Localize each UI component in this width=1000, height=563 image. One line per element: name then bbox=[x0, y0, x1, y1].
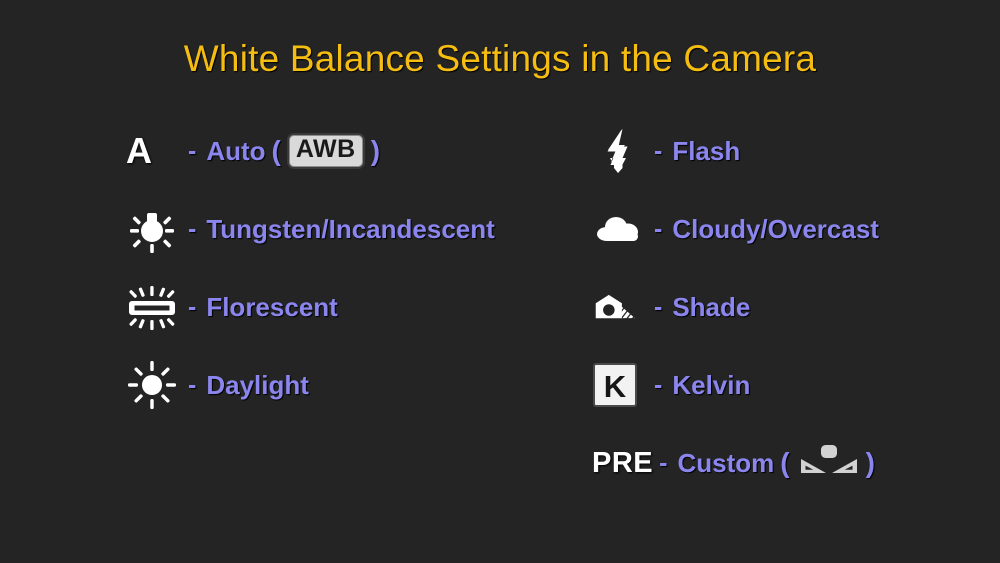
wb-label-flash: Flash bbox=[672, 135, 741, 166]
wb-setting-row-flash[interactable]: - Flash bbox=[592, 112, 992, 190]
sun-icon bbox=[126, 357, 182, 413]
paren-open: ( bbox=[780, 447, 790, 478]
svg-text:K: K bbox=[604, 369, 627, 404]
wb-label-florescent: Florescent bbox=[206, 291, 338, 322]
wb-label-cloudy: Cloudy/Overcast bbox=[672, 213, 879, 244]
wb-label-tungsten: Tungsten/Incandescent bbox=[206, 213, 495, 244]
paren-open: ( bbox=[271, 135, 281, 166]
awb-badge: AWB bbox=[286, 133, 365, 169]
letter-k-box-icon: K bbox=[592, 357, 648, 413]
wb-label-custom: Custom bbox=[677, 447, 775, 478]
row-dash: - bbox=[188, 370, 197, 399]
wb-setting-row-kelvin[interactable]: K - Kelvin bbox=[592, 346, 992, 424]
paren-close: ) bbox=[370, 135, 381, 166]
row-dash: - bbox=[654, 370, 663, 399]
wb-setting-row-daylight[interactable]: - Daylight bbox=[126, 346, 576, 424]
pre-text-icon-label: PRE bbox=[592, 446, 654, 479]
page-title: White Balance Settings in the Camera bbox=[183, 38, 817, 79]
wb-label-shade: Shade bbox=[672, 291, 751, 322]
letter-a-icon: A bbox=[126, 123, 182, 179]
row-dash: - bbox=[654, 136, 663, 165]
wb-setting-row-cloudy[interactable]: - Cloudy/Overcast bbox=[592, 190, 992, 268]
left-column: A - Auto ( AWB ) - Tungsten/Incandescent… bbox=[126, 112, 576, 424]
row-dash: - bbox=[654, 214, 663, 243]
wb-setting-row-tungsten[interactable]: - Tungsten/Incandescent bbox=[126, 190, 576, 268]
wb-setting-row-shade[interactable]: - Shade bbox=[592, 268, 992, 346]
cloud-icon bbox=[592, 201, 648, 257]
row-dash: - bbox=[654, 292, 663, 321]
house-shade-icon bbox=[592, 279, 648, 335]
pre-text-icon: PRE bbox=[592, 435, 653, 491]
wb-label-auto: Auto bbox=[206, 135, 266, 166]
row-dash: - bbox=[188, 292, 197, 321]
wb-setting-row-florescent[interactable]: - Florescent bbox=[126, 268, 576, 346]
wb-label-kelvin: Kelvin bbox=[672, 369, 751, 400]
paren-close: ) bbox=[865, 447, 875, 478]
wb-label-daylight: Daylight bbox=[206, 369, 309, 400]
row-dash: - bbox=[659, 448, 668, 477]
row-dash: - bbox=[188, 136, 197, 165]
slide-canvas: White Balance Settings in the Camera A -… bbox=[0, 0, 1000, 563]
lightbulb-icon bbox=[126, 201, 182, 257]
right-column: - Flash - Cloudy/Overcast - Shade K - Ke… bbox=[592, 112, 992, 502]
wb-setting-row-auto[interactable]: A - Auto ( AWB ) bbox=[126, 112, 576, 190]
preset-white-balance-icon bbox=[798, 443, 860, 483]
row-dash: - bbox=[188, 214, 197, 243]
lightning-bolt-icon bbox=[592, 123, 648, 179]
wb-setting-row-custom[interactable]: PRE - Custom ( ) bbox=[592, 424, 992, 502]
letter-a-icon-text: A bbox=[126, 130, 152, 171]
fluorescent-tube-icon bbox=[126, 279, 182, 335]
